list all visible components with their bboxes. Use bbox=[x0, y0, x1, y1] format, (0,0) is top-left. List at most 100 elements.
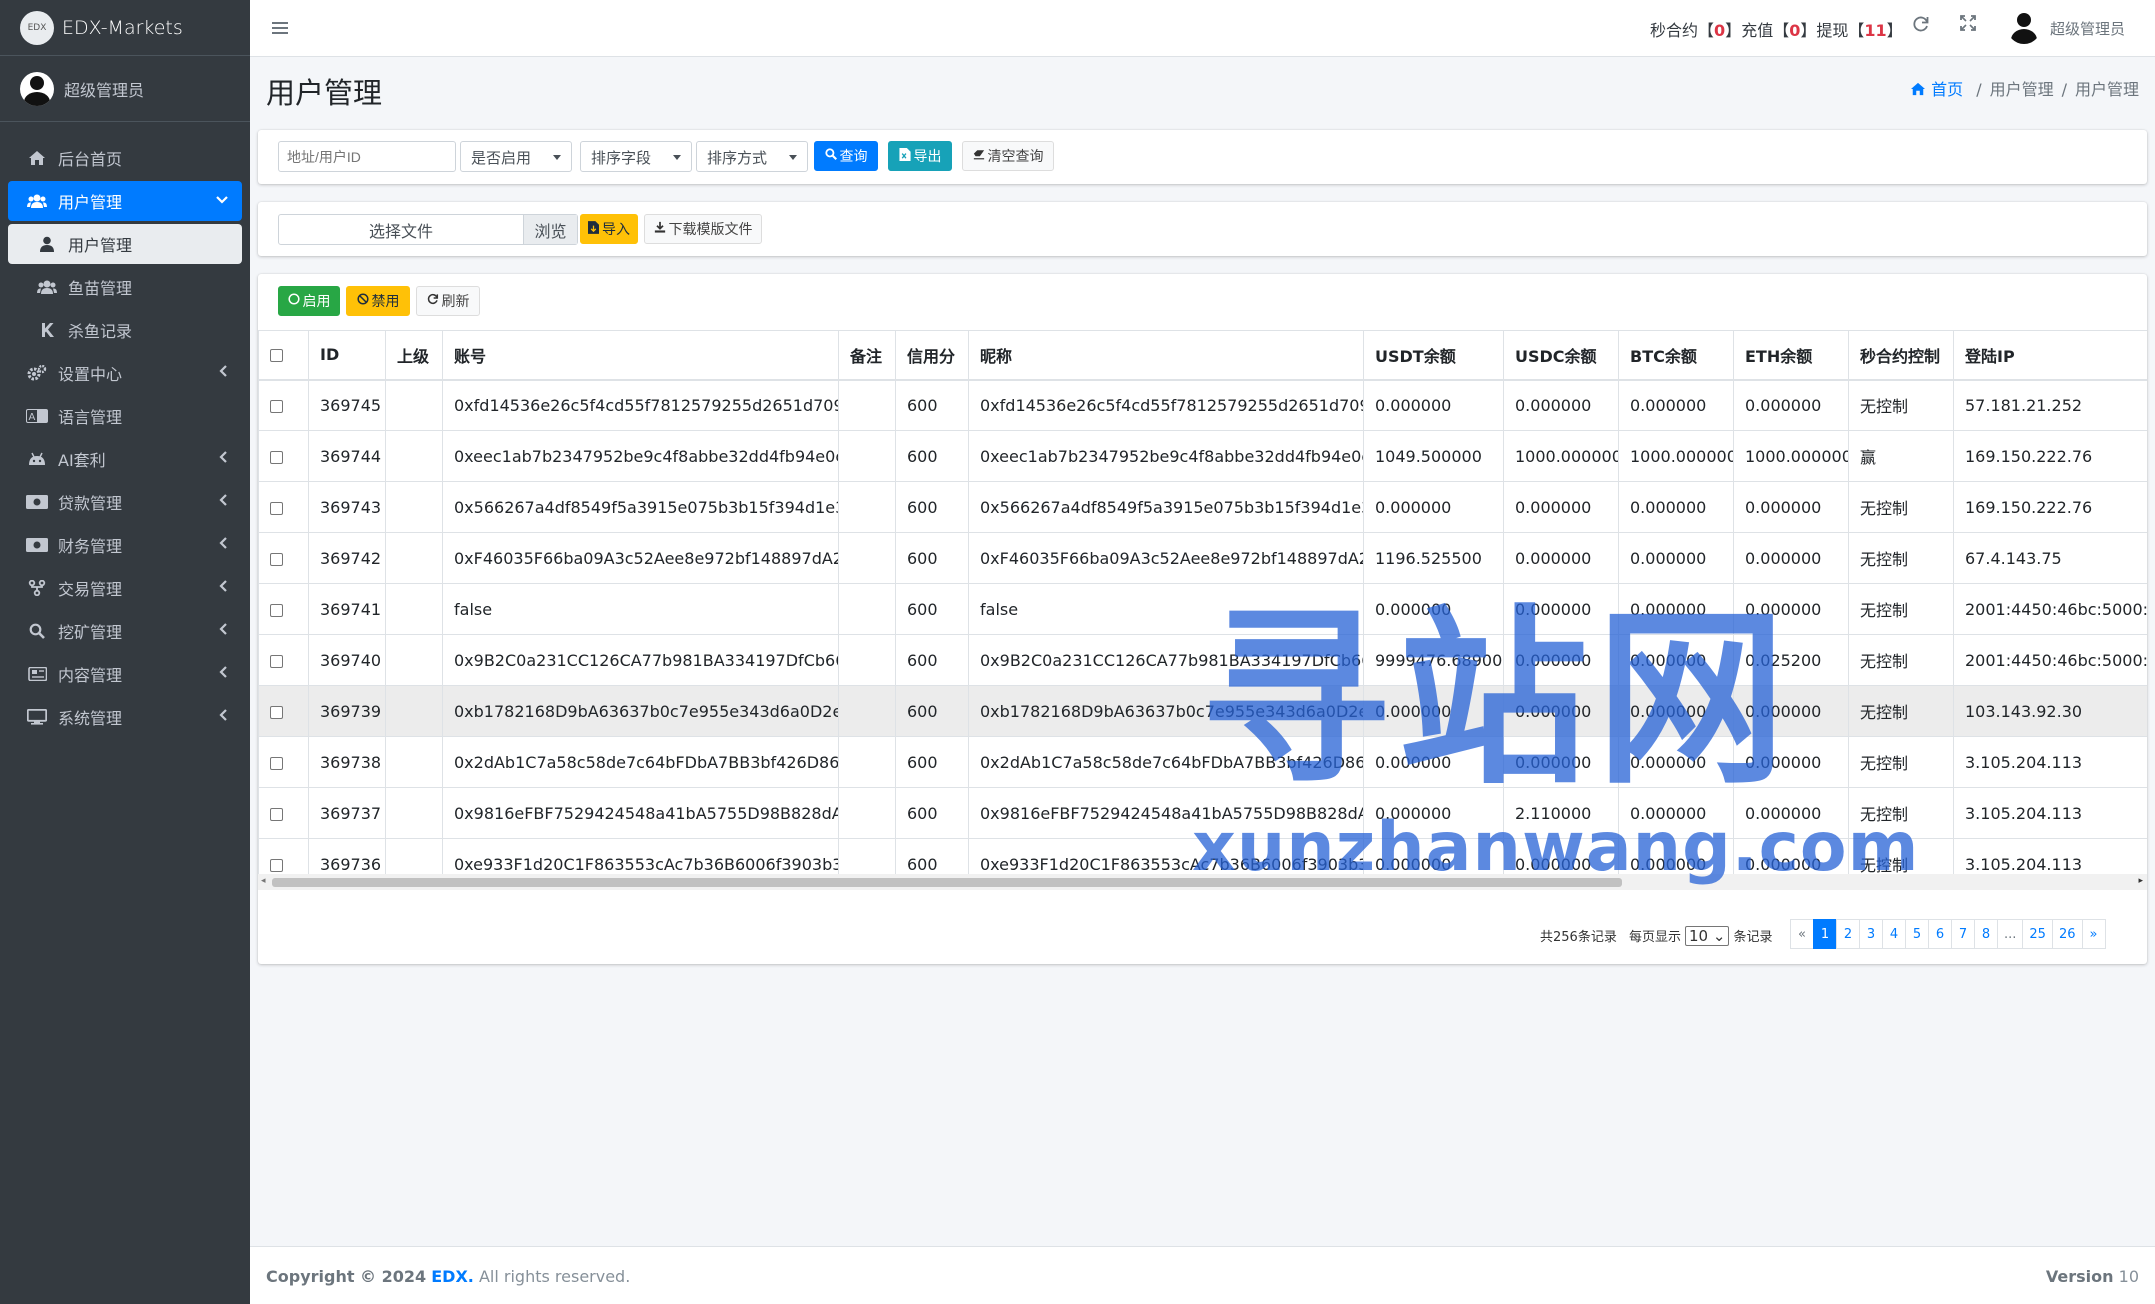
sort-field-select[interactable]: 排序字段 bbox=[580, 141, 692, 172]
table-row[interactable]: 369745 0xfd14536e26c5f4cd55f7812579255d26… bbox=[258, 379, 2147, 431]
col-header[interactable]: 账号 bbox=[442, 330, 839, 381]
table-row[interactable]: 369736 0xe933F1d20C1F863553cAc7b36B6006f3… bbox=[258, 838, 2147, 874]
sidebar-item-kill-records[interactable]: 杀鱼记录 bbox=[8, 310, 242, 350]
row-checkbox-cell[interactable] bbox=[258, 583, 309, 635]
export-button[interactable]: 导出 bbox=[888, 141, 952, 171]
menu-toggle-icon[interactable] bbox=[272, 16, 288, 40]
col-header[interactable]: ETH余额 bbox=[1733, 330, 1849, 381]
pagination-next[interactable]: » bbox=[2081, 919, 2106, 949]
disable-button[interactable]: 禁用 bbox=[346, 286, 410, 316]
row-checkbox[interactable] bbox=[270, 654, 283, 668]
sidebar-item-language[interactable]: A 语言管理 bbox=[8, 396, 242, 436]
row-checkbox[interactable] bbox=[270, 807, 283, 821]
brand-link[interactable]: EDX EDX-Markets bbox=[0, 0, 250, 56]
col-header[interactable]: 昵称 bbox=[968, 330, 1364, 381]
breadcrumb-level1[interactable]: 用户管理 bbox=[1990, 80, 2054, 99]
browse-button[interactable]: 浏览 bbox=[523, 215, 577, 244]
row-checkbox-cell[interactable] bbox=[258, 634, 309, 686]
import-button[interactable]: 导入 bbox=[580, 214, 638, 244]
scrollbar-thumb[interactable] bbox=[272, 878, 1622, 887]
footer-brand-link[interactable]: EDX. bbox=[431, 1267, 474, 1286]
pagination-page[interactable]: 1 bbox=[1813, 919, 1837, 949]
sidebar-item-user-management[interactable]: 用户管理 bbox=[8, 181, 242, 221]
row-checkbox[interactable] bbox=[270, 501, 283, 515]
download-template-button[interactable]: 下载模版文件 bbox=[644, 214, 762, 244]
row-checkbox[interactable] bbox=[270, 756, 283, 770]
pagination-page[interactable]: 2 bbox=[1836, 919, 1860, 949]
sidebar-item-mining[interactable]: 挖矿管理 bbox=[8, 611, 242, 651]
col-header[interactable]: ID bbox=[308, 330, 386, 381]
sidebar-item-content[interactable]: 内容管理 bbox=[8, 654, 242, 694]
col-header[interactable]: 上级 bbox=[385, 330, 443, 381]
sidebar-item-ai-arbitrage[interactable]: AI套利 bbox=[8, 439, 242, 479]
sidebar-item-settings[interactable]: 设置中心 bbox=[8, 353, 242, 393]
sort-order-select[interactable]: 排序方式 bbox=[696, 141, 808, 172]
col-header[interactable]: BTC余额 bbox=[1618, 330, 1734, 381]
refresh-icon[interactable] bbox=[1912, 15, 1930, 38]
stat-deposit[interactable]: 充值【0】 bbox=[1741, 21, 1816, 40]
sidebar-item-loans[interactable]: 贷款管理 bbox=[8, 482, 242, 522]
select-all-checkbox[interactable] bbox=[270, 349, 283, 363]
pagination-page[interactable]: 7 bbox=[1951, 919, 1975, 949]
col-header[interactable]: USDT余额 bbox=[1363, 330, 1504, 381]
col-header[interactable]: USDC余额 bbox=[1503, 330, 1619, 381]
row-checkbox[interactable] bbox=[270, 399, 283, 413]
sidebar-item-users-list[interactable]: 用户管理 bbox=[8, 224, 242, 264]
horizontal-scrollbar[interactable]: ◂ ▸ bbox=[258, 874, 2147, 890]
pagination-page[interactable]: 6 bbox=[1928, 919, 1952, 949]
col-header[interactable]: 备注 bbox=[838, 330, 896, 381]
pagination-page[interactable]: 8 bbox=[1974, 919, 1998, 949]
row-checkbox[interactable] bbox=[270, 858, 283, 872]
table-row[interactable]: 369738 0x2dAb1C7a58c58de7c64bFDbA7BB3bf42… bbox=[258, 736, 2147, 788]
fullscreen-icon[interactable] bbox=[1960, 15, 1976, 36]
scroll-left-arrow-icon[interactable]: ◂ bbox=[261, 876, 266, 886]
breadcrumb-home[interactable]: 首页 bbox=[1910, 80, 1968, 99]
col-header[interactable]: 登陆IP bbox=[1953, 330, 2147, 381]
table-row[interactable]: 369743 0x566267a4df8549f5a3915e075b3b15f3… bbox=[258, 481, 2147, 533]
row-checkbox-cell[interactable] bbox=[258, 379, 309, 431]
sidebar-item-fry-management[interactable]: 鱼苗管理 bbox=[8, 267, 242, 307]
table-row[interactable]: 369741 false 600 false 0.000000 0.000000 0.000… bbox=[258, 583, 2147, 635]
sidebar-item-dashboard[interactable]: 后台首页 bbox=[8, 138, 242, 178]
row-checkbox-cell[interactable] bbox=[258, 787, 309, 839]
row-checkbox-cell[interactable] bbox=[258, 532, 309, 584]
col-header[interactable]: 信用分 bbox=[895, 330, 969, 381]
row-checkbox-cell[interactable] bbox=[258, 430, 309, 482]
table-row[interactable]: 369737 0x9816eFBF7529424548a41bA5755D98B8… bbox=[258, 787, 2147, 839]
row-checkbox[interactable] bbox=[270, 705, 283, 719]
col-header[interactable]: 秒合约控制 bbox=[1848, 330, 1954, 381]
row-checkbox-cell[interactable] bbox=[258, 838, 309, 874]
query-button[interactable]: 查询 bbox=[814, 141, 878, 171]
table-row[interactable]: 369742 0xF46035F66ba09A3c52Aee8e972bf1488… bbox=[258, 532, 2147, 584]
row-checkbox[interactable] bbox=[270, 450, 283, 464]
row-checkbox-cell[interactable] bbox=[258, 736, 309, 788]
user-panel[interactable]: 超级管理员 bbox=[0, 56, 250, 122]
clear-query-button[interactable]: 清空查询 bbox=[962, 141, 1054, 171]
row-checkbox-cell[interactable] bbox=[258, 685, 309, 737]
row-checkbox[interactable] bbox=[270, 552, 283, 566]
sidebar-item-system[interactable]: 系统管理 bbox=[8, 697, 242, 737]
table-row[interactable]: 369739 0xb1782168D9bA63637b0c7e955e343d6a… bbox=[258, 685, 2147, 737]
avatar[interactable] bbox=[2007, 10, 2041, 44]
pagination-page[interactable]: 5 bbox=[1905, 919, 1929, 949]
pagination-prev[interactable]: « bbox=[1790, 919, 1814, 949]
pagination-page[interactable]: 25 bbox=[2022, 919, 2053, 949]
search-input[interactable] bbox=[278, 141, 456, 172]
select-all-checkbox-cell[interactable] bbox=[258, 330, 309, 381]
stat-contract[interactable]: 秒合约【0】 bbox=[1650, 21, 1741, 40]
enable-button[interactable]: 启用 bbox=[278, 286, 340, 316]
pagination-page[interactable]: 3 bbox=[1859, 919, 1883, 949]
page-size-select[interactable]: 10 ⌄ bbox=[1684, 926, 1730, 946]
refresh-button[interactable]: 刷新 bbox=[416, 286, 480, 316]
pagination-page[interactable]: 4 bbox=[1882, 919, 1906, 949]
pagination-page[interactable]: 26 bbox=[2051, 919, 2083, 949]
table-row[interactable]: 369744 0xeec1ab7b2347952be9c4f8abbe32dd4f… bbox=[258, 430, 2147, 482]
file-input[interactable]: 选择文件 浏览 bbox=[278, 214, 578, 245]
table-row[interactable]: 369740 0x9B2C0a231CC126CA77b981BA334197Df… bbox=[258, 634, 2147, 686]
stat-withdraw[interactable]: 提现【11】 bbox=[1816, 21, 1902, 40]
sidebar-item-trading[interactable]: 交易管理 bbox=[8, 568, 242, 608]
scroll-right-arrow-icon[interactable]: ▸ bbox=[2138, 876, 2143, 886]
row-checkbox[interactable] bbox=[270, 603, 283, 617]
enabled-select[interactable]: 是否启用 bbox=[460, 141, 572, 172]
row-checkbox-cell[interactable] bbox=[258, 481, 309, 533]
